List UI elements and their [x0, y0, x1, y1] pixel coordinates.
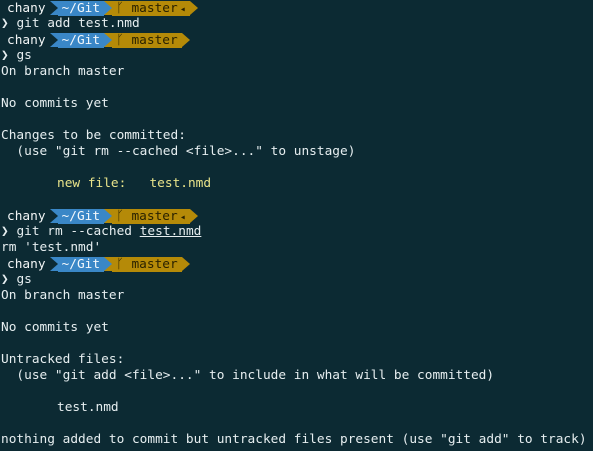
output-line: (use "git add <file>..." to include in w…	[1, 368, 495, 383]
prompt-caret-icon: ❯	[1, 272, 9, 287]
git-dirty-icon: ◂	[179, 211, 186, 223]
prompt-directory: ~/Git	[57, 256, 105, 272]
terminal-window[interactable]: chany ~/Git ᚴ master ◂ ❯ git add test.nmd…	[0, 0, 593, 451]
prompt-user: chany	[1, 256, 50, 272]
prompt-directory: ~/Git	[57, 0, 105, 16]
powerline-separator-icon	[189, 209, 198, 223]
staged-file-text: new file: test.nmd	[57, 176, 212, 191]
prompt-git-segment: ᚴ master	[112, 32, 182, 48]
command-line: ❯ gs	[1, 272, 593, 288]
output-line: (use "git rm --cached <file>..." to unst…	[1, 144, 356, 159]
git-branch-icon: ᚴ	[116, 0, 124, 16]
prompt-user: chany	[1, 32, 50, 48]
powerline-separator-icon	[189, 1, 198, 15]
powerline-separator-icon	[181, 257, 190, 271]
prompt-branch: master	[131, 208, 178, 224]
output-line: No commits yet	[1, 96, 109, 111]
prompt-git-segment: ᚴ master ◂	[112, 0, 190, 16]
git-dirty-icon: ◂	[179, 3, 186, 15]
untracked-file-line: test.nmd	[1, 400, 593, 416]
untracked-file-text: test.nmd	[57, 400, 119, 415]
command-text: gs	[16, 272, 32, 287]
powerline-separator-icon	[49, 209, 58, 223]
prompt-branch: master	[131, 0, 178, 16]
output-line: Changes to be committed:	[1, 128, 186, 143]
output-line: rm 'test.nmd'	[1, 240, 102, 255]
powerline-separator-icon	[49, 257, 58, 271]
command-line: ❯ git rm --cached test.nmd	[1, 224, 593, 240]
powerline-separator-icon	[104, 33, 113, 47]
prompt-caret-icon: ❯	[1, 16, 9, 31]
powerline-separator-icon	[49, 33, 58, 47]
output-line: On branch master	[1, 64, 125, 79]
prompt-directory: ~/Git	[57, 208, 105, 224]
output-line: Untracked files:	[1, 352, 125, 367]
prompt-directory: ~/Git	[57, 32, 105, 48]
prompt-line: chany ~/Git ᚴ master ◂	[1, 208, 593, 224]
prompt-branch: master	[131, 32, 178, 48]
git-branch-icon: ᚴ	[116, 32, 124, 48]
output-line: No commits yet	[1, 320, 109, 335]
command-line: ❯ gs	[1, 48, 593, 64]
output-line: On branch master	[1, 288, 125, 303]
command-file-arg: test.nmd	[139, 224, 202, 239]
command-line: ❯ git add test.nmd	[1, 16, 593, 32]
prompt-user: chany	[1, 208, 50, 224]
prompt-user: chany	[1, 0, 50, 16]
prompt-git-segment: ᚴ master	[112, 256, 182, 272]
git-branch-icon: ᚴ	[116, 256, 124, 272]
output-line: nothing added to commit but untracked fi…	[1, 432, 587, 447]
prompt-line: chany ~/Git ᚴ master ◂	[1, 0, 593, 16]
powerline-separator-icon	[104, 1, 113, 15]
command-text: git add test.nmd	[16, 16, 140, 31]
powerline-separator-icon	[104, 209, 113, 223]
powerline-separator-icon	[104, 257, 113, 271]
staged-file-line: new file: test.nmd	[1, 176, 593, 192]
powerline-separator-icon	[49, 1, 58, 15]
prompt-line: chany ~/Git ᚴ master	[1, 32, 593, 48]
prompt-line: chany ~/Git ᚴ master	[1, 256, 593, 272]
prompt-git-segment: ᚴ master ◂	[112, 208, 190, 224]
prompt-caret-icon: ❯	[1, 224, 9, 239]
prompt-caret-icon: ❯	[1, 48, 9, 63]
command-text: git rm --cached	[16, 224, 140, 239]
prompt-branch: master	[131, 256, 178, 272]
command-text: gs	[16, 48, 32, 63]
powerline-separator-icon	[181, 33, 190, 47]
git-branch-icon: ᚴ	[116, 208, 124, 224]
